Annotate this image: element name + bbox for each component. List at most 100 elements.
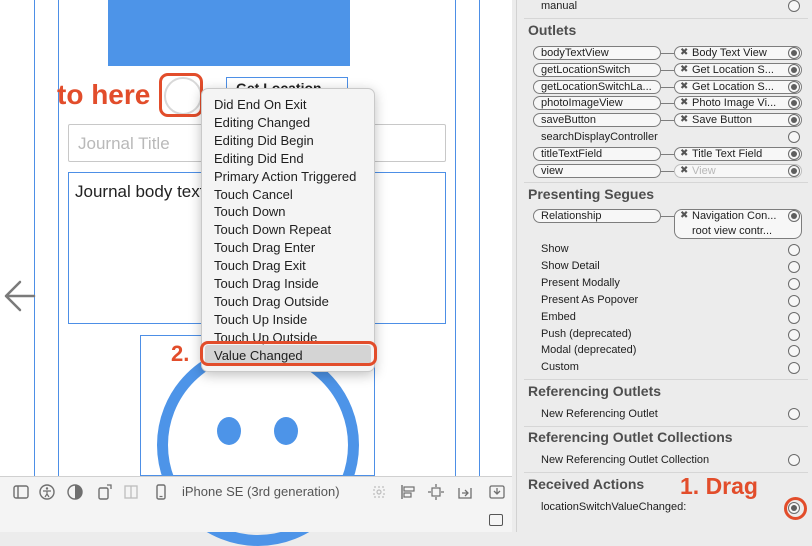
outlet-name-pill[interactable]: titleTextField (533, 146, 661, 161)
divider (524, 379, 808, 380)
appearance-icon[interactable] (66, 483, 84, 501)
add-constraints-icon[interactable] (427, 483, 445, 501)
step-1-drag-annotation: 1. Drag (680, 473, 758, 499)
disconnect-icon[interactable]: ✖ (680, 148, 688, 160)
disconnect-icon[interactable]: ✖ (680, 64, 688, 76)
connection-line (661, 69, 674, 71)
connection-line (661, 53, 674, 54)
relationship-connect-circle[interactable] (788, 210, 800, 222)
outlet-target-pill[interactable]: ✖ Get Location S... (674, 62, 802, 77)
new-referencing-outlet-circle[interactable] (788, 408, 800, 420)
disconnect-icon[interactable]: ✖ (680, 165, 688, 177)
outlet-connect-circle[interactable] (788, 80, 800, 93)
new-referencing-collection-circle[interactable] (788, 454, 800, 466)
outlet-name-pill[interactable]: bodyTextView (533, 46, 661, 60)
segue-connect-circle[interactable] (788, 260, 800, 273)
debug-area-toggle-icon[interactable] (489, 514, 503, 526)
outlet-target-label: View (692, 164, 716, 177)
outlet-connect-circle[interactable] (788, 131, 800, 143)
outlet-target-pill[interactable]: ✖ Save Button (674, 113, 802, 128)
step-2-annotation: 2. (171, 341, 190, 366)
update-frames-icon[interactable] (370, 483, 388, 501)
menu-item[interactable]: Primary Action Triggered (214, 169, 356, 184)
connection-line (661, 170, 674, 172)
top-image-view[interactable] (108, 0, 350, 66)
segue-connect-circle[interactable] (788, 277, 800, 290)
device-selector[interactable]: iPhone SE (3rd generation) (182, 484, 340, 499)
outlet-target-label: Get Location S... (692, 80, 774, 93)
segue-row: Present Modally (541, 276, 620, 289)
outlet-target-label: Get Location S... (692, 63, 774, 76)
disconnect-icon[interactable]: ✖ (680, 210, 688, 222)
menu-item[interactable]: Touch Drag Outside (214, 294, 329, 309)
outlet-connect-circle[interactable] (788, 47, 800, 59)
menu-item[interactable]: Did End On Exit (214, 97, 307, 112)
segue-connect-circle[interactable] (788, 294, 800, 307)
menu-item[interactable]: Touch Down Repeat (214, 222, 331, 237)
accessibility-icon[interactable] (38, 483, 56, 501)
connection-line (661, 103, 674, 105)
orientation-icon[interactable] (96, 483, 114, 501)
disconnect-icon[interactable]: ✖ (680, 81, 688, 93)
outlet-name-pill[interactable]: saveButton (533, 113, 661, 128)
document-outline-toggle-icon[interactable] (12, 483, 30, 501)
segue-connect-circle[interactable] (788, 244, 800, 256)
outlets-section-title: Outlets (528, 22, 577, 38)
relationship-pill[interactable]: Relationship (533, 209, 661, 223)
disconnect-icon[interactable]: ✖ (680, 47, 688, 59)
resolve-issues-icon[interactable] (456, 483, 474, 501)
relationship-target-pill[interactable]: ✖ Navigation Con... root view contr... (674, 209, 802, 239)
segue-row: Show Detail (541, 259, 600, 272)
manual-connect-circle[interactable] (788, 0, 800, 12)
segue-connect-circle[interactable] (788, 311, 800, 324)
outlet-target-pill[interactable]: ✖ Title Text Field (674, 146, 802, 161)
outlet-target-pill[interactable]: ✖ Body Text View (674, 46, 802, 60)
device-phone-icon[interactable] (152, 483, 170, 501)
value-changed-highlight-ring (200, 341, 377, 366)
menu-item[interactable]: Touch Up Inside (214, 312, 307, 327)
drag-source-highlight-ring (784, 497, 807, 520)
presenting-segues-section-title: Presenting Segues (528, 186, 655, 202)
outlet-target-pill[interactable]: ✖ Get Location S... (674, 79, 802, 94)
connection-line (661, 86, 674, 88)
outlet-connect-circle[interactable] (788, 147, 800, 160)
split-view-icon[interactable] (122, 483, 140, 501)
outlet-target-label: Body Text View (692, 47, 767, 59)
smiley-left-eye (217, 417, 241, 445)
relationship-target-line2: root view contr... (692, 225, 773, 237)
entry-point-arrow-icon[interactable] (2, 278, 36, 314)
menu-item[interactable]: Touch Drag Inside (214, 276, 319, 291)
menu-item[interactable]: Touch Down (214, 204, 286, 219)
segue-connect-circle[interactable] (788, 328, 800, 341)
referencing-outlets-section-title: Referencing Outlets (528, 383, 662, 399)
scene-left-edge (34, 0, 35, 476)
manual-row: manual (541, 0, 578, 12)
menu-item[interactable]: Touch Drag Exit (214, 258, 306, 273)
disconnect-icon[interactable]: ✖ (680, 97, 688, 109)
align-icon[interactable] (399, 483, 417, 501)
to-here-annotation: to here (57, 79, 151, 110)
outlet-name-pill[interactable]: view (533, 163, 661, 178)
menu-item[interactable]: Editing Did Begin (214, 133, 314, 148)
outlet-name: searchDisplayController (541, 131, 658, 143)
segue-row: Show (541, 243, 569, 255)
outlet-target-pill[interactable]: ✖ Photo Image Vi... (674, 96, 802, 111)
segue-row: Custom (541, 361, 579, 374)
menu-item[interactable]: Editing Changed (214, 115, 310, 130)
outlet-name-pill[interactable]: photoImageView (533, 96, 661, 111)
menu-item[interactable]: Editing Did End (214, 151, 304, 166)
segue-row: Present As Popover (541, 293, 639, 306)
scene-right-edge (479, 0, 480, 476)
menu-item[interactable]: Touch Cancel (214, 187, 293, 202)
outlet-connect-circle[interactable] (788, 63, 800, 76)
embed-in-icon[interactable] (488, 483, 506, 501)
disconnect-icon[interactable]: ✖ (680, 114, 688, 126)
outlet-name-pill[interactable]: getLocationSwitchLa... (533, 79, 661, 94)
outlet-connect-circle[interactable] (788, 164, 800, 177)
menu-item[interactable]: Touch Drag Enter (214, 240, 315, 255)
outlet-name-pill[interactable]: getLocationSwitch (533, 62, 661, 77)
connection-line (661, 153, 674, 155)
outlet-target-label: Title Text Field (692, 147, 763, 160)
divider (524, 182, 808, 183)
outlet-target-pill[interactable]: ✖ View (674, 163, 802, 178)
